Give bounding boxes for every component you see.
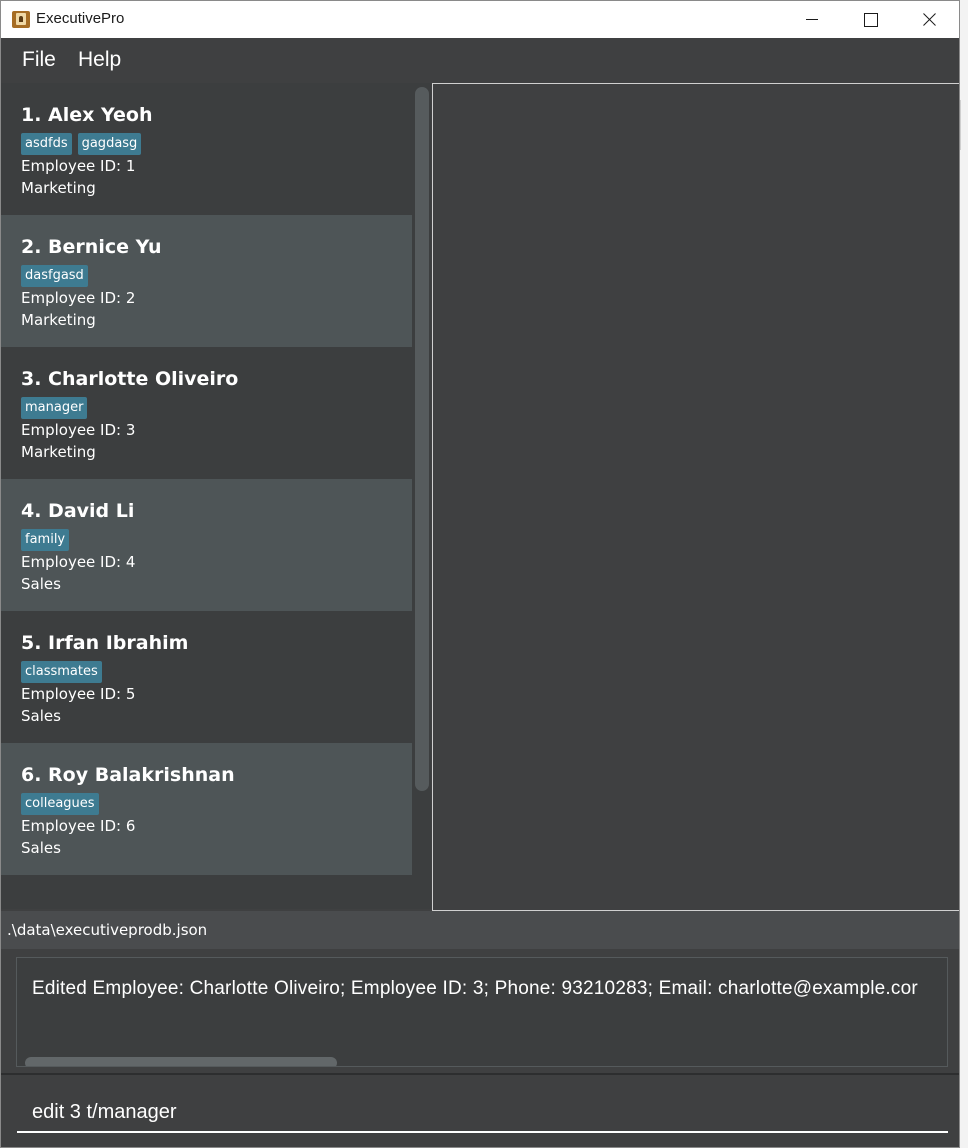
status-bar: .\data\executiveprodb.json <box>1 911 959 949</box>
result-message: Edited Employee: Charlotte Oliveiro; Emp… <box>32 978 918 999</box>
employee-card-6[interactable]: 6. Roy Balakrishnan colleagues Employee … <box>1 743 412 875</box>
result-display[interactable]: Edited Employee: Charlotte Oliveiro; Emp… <box>16 957 948 1067</box>
main-window: ExecutivePro File Help 1. Alex Yeoh asdf… <box>0 0 960 1148</box>
employee-name: 4. David Li <box>21 500 135 522</box>
employee-tag: gagdasg <box>77 133 142 155</box>
employee-tag: manager <box>21 397 88 419</box>
employee-card-5[interactable]: 5. Irfan Ibrahim classmates Employee ID:… <box>1 611 412 743</box>
data-file-path: .\data\executiveprodb.json <box>7 921 208 939</box>
employee-id: Employee ID: 2 <box>21 289 136 307</box>
list-scrollbar[interactable] <box>415 87 429 791</box>
employee-department: Sales <box>21 839 61 857</box>
minimize-button[interactable] <box>783 1 841 38</box>
maximize-button[interactable] <box>841 1 899 38</box>
employee-department: Marketing <box>21 179 96 197</box>
employee-tags: classmates <box>21 660 108 683</box>
employee-name: 2. Bernice Yu <box>21 236 162 258</box>
employee-card-2[interactable]: 2. Bernice Yu dasfgasd Employee ID: 2 Ma… <box>1 215 412 347</box>
employee-tag: dasfgasd <box>21 265 88 287</box>
employee-card-4[interactable]: 4. David Li family Employee ID: 4 Sales <box>1 479 412 611</box>
employee-department: Sales <box>21 575 61 593</box>
employee-name: 5. Irfan Ibrahim <box>21 632 189 654</box>
command-box-container <box>1 1073 959 1147</box>
employee-tags: dasfgasd <box>21 264 94 287</box>
employee-card-3[interactable]: 3. Charlotte Oliveiro manager Employee I… <box>1 347 412 479</box>
employee-tags: manager <box>21 396 93 419</box>
employee-department: Marketing <box>21 443 96 461</box>
close-button[interactable] <box>899 1 957 38</box>
employee-tags: asdfds gagdasg <box>21 132 147 155</box>
title-bar: ExecutivePro <box>1 1 959 38</box>
address-book-icon <box>12 11 30 28</box>
command-input[interactable] <box>17 1089 948 1133</box>
detail-pane <box>432 83 959 911</box>
employee-name: 6. Roy Balakrishnan <box>21 764 235 786</box>
employee-id: Employee ID: 1 <box>21 157 136 175</box>
window-title: ExecutivePro <box>36 10 125 27</box>
employee-tag: classmates <box>21 661 102 683</box>
employee-id: Employee ID: 4 <box>21 553 136 571</box>
employee-id: Employee ID: 3 <box>21 421 136 439</box>
employee-name: 1. Alex Yeoh <box>21 104 153 126</box>
employee-department: Sales <box>21 707 61 725</box>
background-window-divider <box>960 100 968 150</box>
employee-tag: asdfds <box>21 133 72 155</box>
employee-list[interactable]: 1. Alex Yeoh asdfds gagdasg Employee ID: … <box>1 83 431 909</box>
background-window-edge <box>960 0 968 1148</box>
menu-help[interactable]: Help <box>78 48 121 72</box>
result-scrollbar[interactable] <box>25 1057 337 1066</box>
employee-id: Employee ID: 6 <box>21 817 136 835</box>
result-display-container: Edited Employee: Charlotte Oliveiro; Emp… <box>1 949 959 1073</box>
employee-tags: family <box>21 528 75 551</box>
employee-name: 3. Charlotte Oliveiro <box>21 368 239 390</box>
menu-file[interactable]: File <box>22 48 56 72</box>
employee-tag: family <box>21 529 70 551</box>
employee-tags: colleagues <box>21 792 105 815</box>
employee-id: Employee ID: 5 <box>21 685 136 703</box>
employee-department: Marketing <box>21 311 96 329</box>
menu-bar: File Help <box>1 38 959 82</box>
employee-tag: colleagues <box>21 793 99 815</box>
app-root: ExecutivePro File Help 1. Alex Yeoh asdf… <box>0 0 968 1148</box>
employee-card-1[interactable]: 1. Alex Yeoh asdfds gagdasg Employee ID: … <box>1 83 412 215</box>
